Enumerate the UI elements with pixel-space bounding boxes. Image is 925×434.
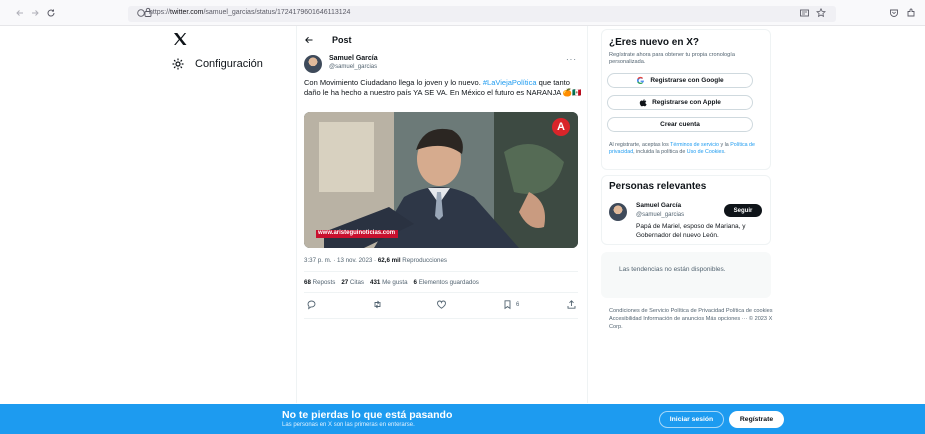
more-options-icon[interactable]: ···	[566, 55, 577, 64]
login-button[interactable]: Iniciar sesión	[659, 411, 724, 428]
tweet-text: Con Movimiento Ciudadano llega lo joven …	[304, 78, 586, 98]
signup-google-label: Registrarse con Google	[650, 77, 724, 84]
signup-banner	[0, 404, 925, 434]
bookmark-star-icon[interactable]	[815, 7, 827, 19]
forward-arrow-icon[interactable]	[29, 7, 41, 19]
divider	[304, 271, 578, 272]
bookmark-action-count: 6	[516, 301, 520, 308]
legal-text: Al registrarte, aceptas los Términos de …	[609, 142, 764, 156]
post-timestamp: 3:37 p. m. · 13 nov. 2023 · 62,6 mil Rep…	[304, 257, 447, 264]
banner-subtitle: Las personas en X son las primeras en en…	[282, 422, 415, 428]
avatar[interactable]	[609, 203, 627, 221]
nav-settings[interactable]: Configuración	[171, 55, 263, 73]
divider	[304, 318, 578, 319]
post-header: Post	[304, 33, 352, 47]
banner-title: No te pierdas lo que está pasando	[282, 409, 453, 421]
relevant-user-bio: Papá de Mariel, esposo de Mariana, y Gob…	[636, 223, 746, 239]
google-icon	[636, 76, 645, 85]
page-title: Post	[332, 35, 352, 45]
share-button[interactable]	[566, 299, 577, 310]
share-icon	[566, 299, 577, 310]
author-name[interactable]: Samuel García	[329, 55, 378, 62]
follow-button[interactable]: Seguir	[724, 204, 762, 217]
legal-text-part: , incluida la política de	[633, 148, 687, 155]
quotes-label: Citas	[348, 279, 365, 286]
back-arrow-icon[interactable]	[14, 7, 26, 19]
signup-subtitle: Regístrate ahora para obtener tu propia …	[609, 52, 735, 65]
signup-google-button[interactable]: Registrarse con Google	[607, 73, 753, 88]
repost-icon	[372, 299, 383, 310]
likes-count: 431	[370, 279, 381, 286]
tweet-text-part: Con Movimiento Ciudadano llega lo joven …	[304, 78, 483, 87]
signup-apple-label: Registrarse con Apple	[652, 99, 721, 106]
relevant-user-handle[interactable]: @samuel_garcias	[636, 212, 684, 218]
reply-button[interactable]	[306, 299, 317, 310]
quotes-stat[interactable]: 27 Citas	[341, 279, 364, 286]
pocket-icon[interactable]	[888, 7, 900, 19]
reload-icon[interactable]	[45, 7, 57, 19]
bookmarks-stat: 6 Elementos guardados	[414, 279, 479, 286]
bookmark-button[interactable]: 6	[502, 299, 519, 310]
post-stats: 68 Reposts 27 Citas 431 Me gusta 6 Elemento…	[304, 279, 485, 286]
cookies-link[interactable]: Uso de Cookies	[687, 149, 724, 155]
reposts-stat[interactable]: 68 Reposts	[304, 279, 335, 286]
trends-message: Las tendencias no están disponibles.	[619, 266, 726, 273]
views-label: Reproducciones	[400, 257, 447, 264]
create-account-label: Crear cuenta	[660, 121, 700, 128]
nav-settings-label: Configuración	[195, 58, 263, 70]
reposts-label: Reposts	[310, 279, 336, 286]
repost-button[interactable]	[372, 299, 383, 310]
extensions-icon[interactable]	[905, 7, 917, 19]
signup-apple-button[interactable]: Registrarse con Apple	[607, 95, 753, 110]
register-button[interactable]: Regístrate	[729, 411, 784, 428]
relevant-people-title: Personas relevantes	[609, 181, 707, 192]
x-logo-icon[interactable]	[172, 31, 188, 47]
legal-text-part: Al registrarte, aceptas los	[609, 142, 671, 148]
apple-icon	[639, 98, 647, 107]
likes-label: Me gusta	[380, 279, 408, 286]
video-media[interactable]: A www.aristeguinoticias.com	[304, 112, 578, 248]
like-button[interactable]	[436, 299, 447, 310]
reposts-count: 68	[304, 279, 311, 286]
gear-icon	[171, 57, 185, 71]
back-arrow-icon[interactable]	[304, 35, 314, 45]
footer-links[interactable]: Condiciones de Servicio Política de Priv…	[609, 307, 774, 331]
views-count: 62,6 mil	[377, 257, 401, 264]
translate-icon[interactable]	[799, 7, 811, 19]
hashtag-link[interactable]: #LaViejaPolítica	[483, 78, 537, 87]
avatar[interactable]	[304, 55, 322, 73]
relevant-user-name[interactable]: Samuel García	[636, 202, 681, 209]
url-text[interactable]: https://twitter.com/samuel_garcias/statu…	[149, 9, 350, 16]
author-handle[interactable]: @samuel_garcias	[329, 64, 377, 70]
reply-icon	[306, 299, 317, 310]
divider	[304, 292, 578, 293]
heart-icon	[436, 299, 447, 310]
bookmarks-label: Elementos guardados	[416, 279, 479, 286]
column-divider	[296, 26, 297, 403]
signup-title: ¿Eres nuevo en X?	[609, 37, 700, 48]
create-account-button[interactable]: Crear cuenta	[607, 117, 753, 132]
media-watermark: www.aristeguinoticias.com	[318, 230, 396, 236]
likes-stat[interactable]: 431 Me gusta	[370, 279, 408, 286]
channel-logo: A	[552, 118, 570, 136]
legal-text-part: .	[724, 148, 726, 155]
bookmark-icon	[502, 299, 513, 310]
column-divider	[587, 26, 588, 403]
post-time[interactable]: 3:37 p. m. · 13 nov. 2023 ·	[304, 257, 378, 264]
trends-card	[601, 252, 771, 298]
legal-text-part: y la	[719, 142, 731, 148]
terms-link[interactable]: Términos de servicio	[670, 142, 719, 148]
